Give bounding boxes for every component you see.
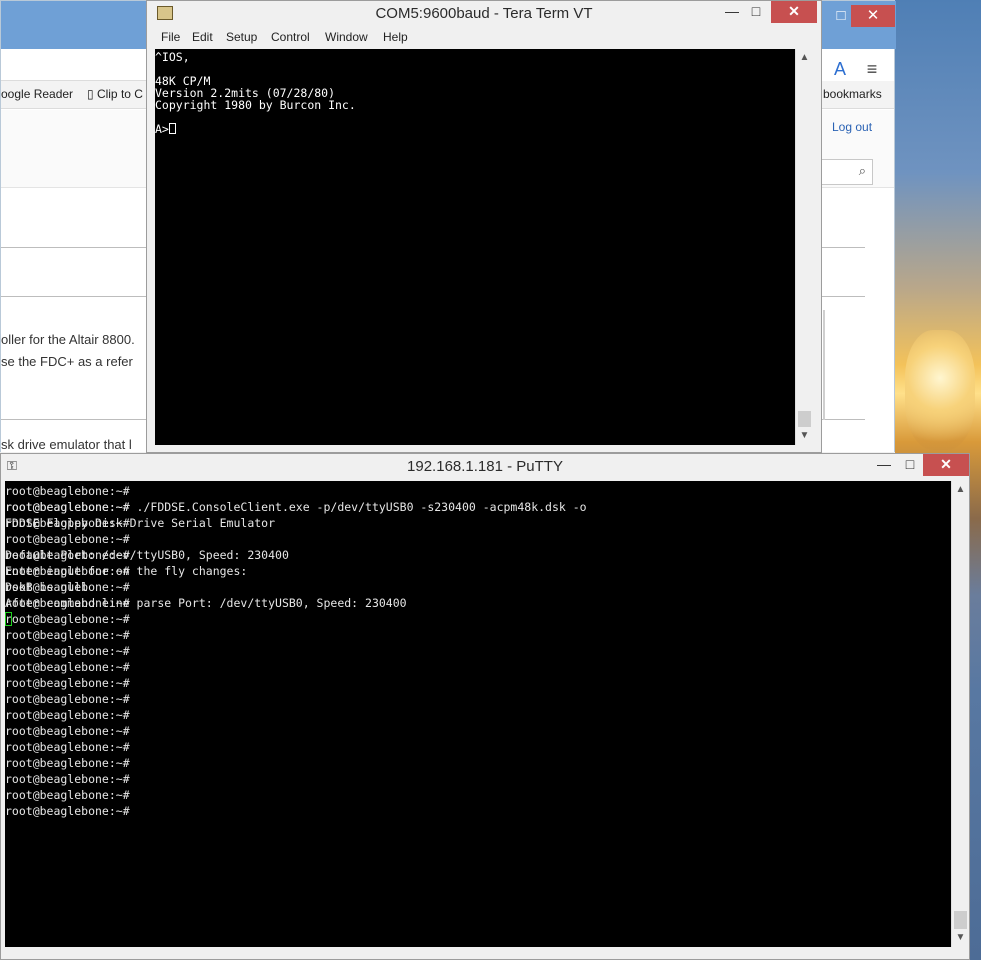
- text-cursor: [5, 612, 12, 626]
- putty-window[interactable]: ⚿ 192.168.1.181 - PuTTY — □ ✕ root@beagl…: [0, 453, 970, 960]
- scroll-down-arrow-icon[interactable]: ▼: [796, 429, 813, 443]
- terminal-line: root@beaglebone:~#: [5, 804, 130, 818]
- terminal-line: root@beaglebone:~#: [5, 644, 130, 658]
- site-search-input[interactable]: ⌕: [821, 159, 873, 185]
- terminal-line: root@beaglebone:~#: [5, 628, 130, 642]
- menu-file[interactable]: File: [161, 30, 180, 44]
- scrollbar-thumb[interactable]: [798, 411, 811, 427]
- putty-terminal-screen[interactable]: root@beaglebone:~# root@beaglebone:~# root…: [5, 481, 951, 947]
- terminal-line: root@beaglebone:~#: [5, 708, 130, 722]
- bookmark-clip-to[interactable]: ▯ Clip to C: [87, 87, 143, 101]
- teraterm-window[interactable]: COM5:9600baud - Tera Term VT — □ ✕ File …: [146, 0, 822, 453]
- putty-scrollbar[interactable]: ▲ ▼: [951, 481, 969, 947]
- browser-close-button[interactable]: ✕: [851, 5, 895, 27]
- bookmark-bookmarks[interactable]: bookmarks: [823, 87, 882, 101]
- terminal-line: root@beaglebone:~# ./FDDSE.ConsoleClient…: [5, 500, 587, 514]
- scroll-up-arrow-icon[interactable]: ▲: [952, 483, 969, 497]
- scroll-up-arrow-icon[interactable]: ▲: [796, 51, 813, 65]
- putty-minimize-button[interactable]: —: [869, 454, 899, 476]
- panel-edge: [823, 310, 825, 420]
- menu-help[interactable]: Help: [383, 30, 408, 44]
- body-text: se the FDC+ as a refer: [1, 354, 133, 369]
- putty-close-button[interactable]: ✕: [923, 454, 969, 476]
- teraterm-scrollbar[interactable]: ▲ ▼: [795, 49, 813, 445]
- body-text: sk drive emulator that l: [1, 437, 132, 452]
- scroll-down-arrow-icon[interactable]: ▼: [952, 931, 969, 945]
- terminal-line: root@beaglebone:~#: [5, 740, 130, 754]
- menu-icon[interactable]: ≡: [859, 56, 885, 82]
- terminal-line: root@beaglebone:~#: [5, 692, 130, 706]
- terminal-line: Default Port: /dev/ttyUSB0, Speed: 23040…: [5, 548, 289, 562]
- terminal-line: Enter input for on the fly changes:: [5, 564, 248, 578]
- terminal-line: root@beaglebone:~#: [5, 788, 130, 802]
- terminal-line: Copyright 1980 by Burcon Inc.: [155, 98, 356, 112]
- terminal-line: root@beaglebone:~#: [5, 724, 130, 738]
- putty-titlebar[interactable]: ⚿ 192.168.1.181 - PuTTY — □ ✕: [1, 454, 969, 480]
- terminal-line: After command line parse Port: /dev/ttyU…: [5, 596, 407, 610]
- menu-setup[interactable]: Setup: [226, 30, 257, 44]
- bookmark-google-reader[interactable]: oogle Reader: [1, 87, 73, 101]
- text-cursor: [168, 123, 176, 134]
- translate-icon[interactable]: A: [827, 56, 853, 82]
- wallpaper-cloud: [905, 330, 975, 450]
- body-text: oller for the Altair 8800.: [1, 332, 135, 347]
- teraterm-titlebar[interactable]: COM5:9600baud - Tera Term VT — □ ✕: [147, 1, 821, 27]
- terminal-line: root@beaglebone:~#: [5, 484, 130, 498]
- terminal-line: DskB is null: [5, 580, 89, 594]
- teraterm-minimize-button[interactable]: —: [717, 1, 747, 23]
- putty-title: 192.168.1.181 - PuTTY: [407, 458, 563, 475]
- terminal-line: root@beaglebone:~#: [5, 660, 130, 674]
- page-icon: ▯: [87, 87, 97, 101]
- terminal-prompt-line: A>: [155, 123, 795, 135]
- teraterm-terminal-screen[interactable]: ^IOS, 48K CP/M Version 2.2mits (07/28/80…: [155, 49, 795, 445]
- terminal-line: ^IOS,: [155, 50, 190, 64]
- teraterm-menubar: File Edit Setup Control Window Help: [147, 27, 821, 47]
- terminal-line: FDDSE Floppy Disk Drive Serial Emulator: [5, 516, 276, 530]
- putty-maximize-button[interactable]: □: [899, 454, 921, 476]
- cpm-prompt: A>: [155, 122, 169, 136]
- search-icon[interactable]: ⌕: [859, 163, 866, 179]
- terminal-line: root@beaglebone:~#: [5, 756, 130, 770]
- logout-link[interactable]: Log out: [832, 120, 872, 134]
- terminal-cursor-line: [5, 611, 951, 627]
- menu-control[interactable]: Control: [271, 30, 310, 44]
- terminal-line: root@beaglebone:~#: [5, 676, 130, 690]
- menu-window[interactable]: Window: [325, 30, 368, 44]
- teraterm-close-button[interactable]: ✕: [771, 1, 817, 23]
- terminal-line: root@beaglebone:~#: [5, 772, 130, 786]
- prompt-lines: root@beaglebone:~# root@beaglebone:~# root…: [5, 483, 951, 818]
- teraterm-maximize-button[interactable]: □: [747, 1, 765, 23]
- scrollbar-thumb[interactable]: [954, 911, 967, 929]
- menu-edit[interactable]: Edit: [192, 30, 213, 44]
